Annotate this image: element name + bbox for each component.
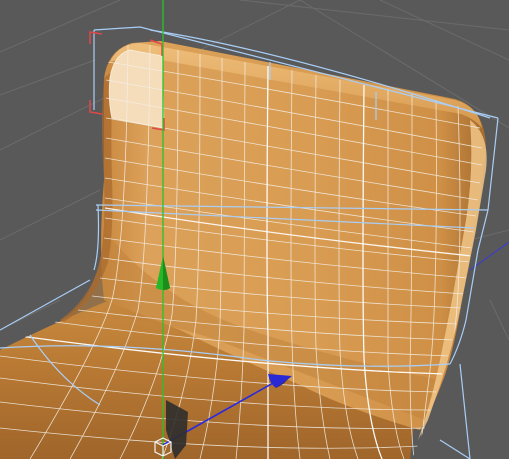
chair-mesh[interactable]	[0, 26, 499, 459]
3d-viewport[interactable]	[0, 0, 509, 459]
viewport-canvas[interactable]	[0, 0, 509, 459]
